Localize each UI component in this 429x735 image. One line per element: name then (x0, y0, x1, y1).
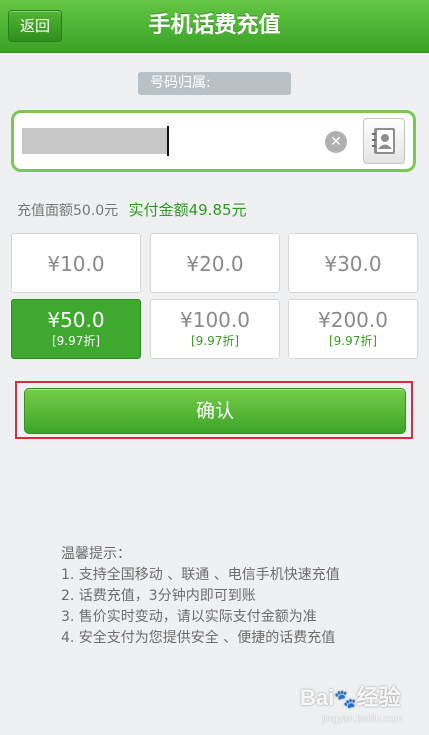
tips-heading: 温馨提示： (61, 546, 131, 562)
amount-price: ¥20.0 (186, 252, 244, 276)
amount-price: ¥10.0 (47, 252, 105, 276)
face-value-text: 充值面额50.0元 (17, 203, 119, 219)
tips-section: 温馨提示： 1. 支持全国移动 、联通 、电信手机快速充值 2. 话费充值，3分… (61, 544, 401, 649)
paid-amount-text: 实付金额49.85元 (128, 201, 247, 219)
tip-item: 1. 支持全国移动 、联通 、电信手机快速充值 (61, 567, 340, 583)
contacts-book-icon (372, 128, 395, 154)
app-header: 返回 手机话费充值 (0, 0, 429, 53)
attribution-label: 号码归属: (150, 75, 211, 91)
watermark-text: Bai (300, 685, 335, 710)
amount-option-20[interactable]: ¥20.0 (150, 233, 280, 293)
amount-option-200[interactable]: ¥200.0 [9.97折] (288, 299, 418, 359)
tip-item: 2. 话费充值，3分钟内即可到账 (61, 588, 256, 604)
confirm-button[interactable]: 确认 (24, 388, 406, 434)
tip-item: 3. 售价实时变动，请以实际支付金额为准 (61, 609, 317, 625)
amount-price: ¥100.0 (180, 308, 250, 332)
amount-option-100[interactable]: ¥100.0 [9.97折] (150, 299, 280, 359)
tip-item: 4. 安全支付为您提供安全 、便捷的话费充值 (61, 630, 336, 646)
number-attribution-badge: 号码归属: (138, 72, 291, 95)
amount-price: ¥50.0 (47, 308, 105, 332)
amount-option-30[interactable]: ¥30.0 (288, 233, 418, 293)
page-title: 手机话费充值 (148, 13, 281, 38)
watermark-url: jingyan.baidu.com (322, 714, 403, 725)
contacts-button[interactable] (363, 118, 405, 164)
text-cursor (167, 126, 169, 156)
amount-price: ¥200.0 (318, 308, 388, 332)
amount-option-10[interactable]: ¥10.0 (11, 233, 141, 293)
amount-price: ¥30.0 (324, 252, 382, 276)
amount-discount: [9.97折] (190, 334, 240, 348)
clear-icon[interactable]: ✕ (325, 131, 347, 153)
paw-icon: 🐾 (334, 689, 357, 709)
phone-input-box: ✕ (11, 110, 416, 172)
payment-summary: 充值面额50.0元 实付金额49.85元 (17, 200, 247, 220)
phone-number-input[interactable] (22, 128, 167, 154)
watermark-suffix: 经验 (356, 685, 401, 710)
amount-option-50[interactable]: ¥50.0 [9.97折] (11, 299, 141, 359)
baidu-watermark: Bai🐾经验 jingyan.baidu.com (300, 680, 425, 730)
amount-discount: [9.97折] (51, 334, 101, 348)
amount-discount: [9.97折] (328, 334, 378, 348)
